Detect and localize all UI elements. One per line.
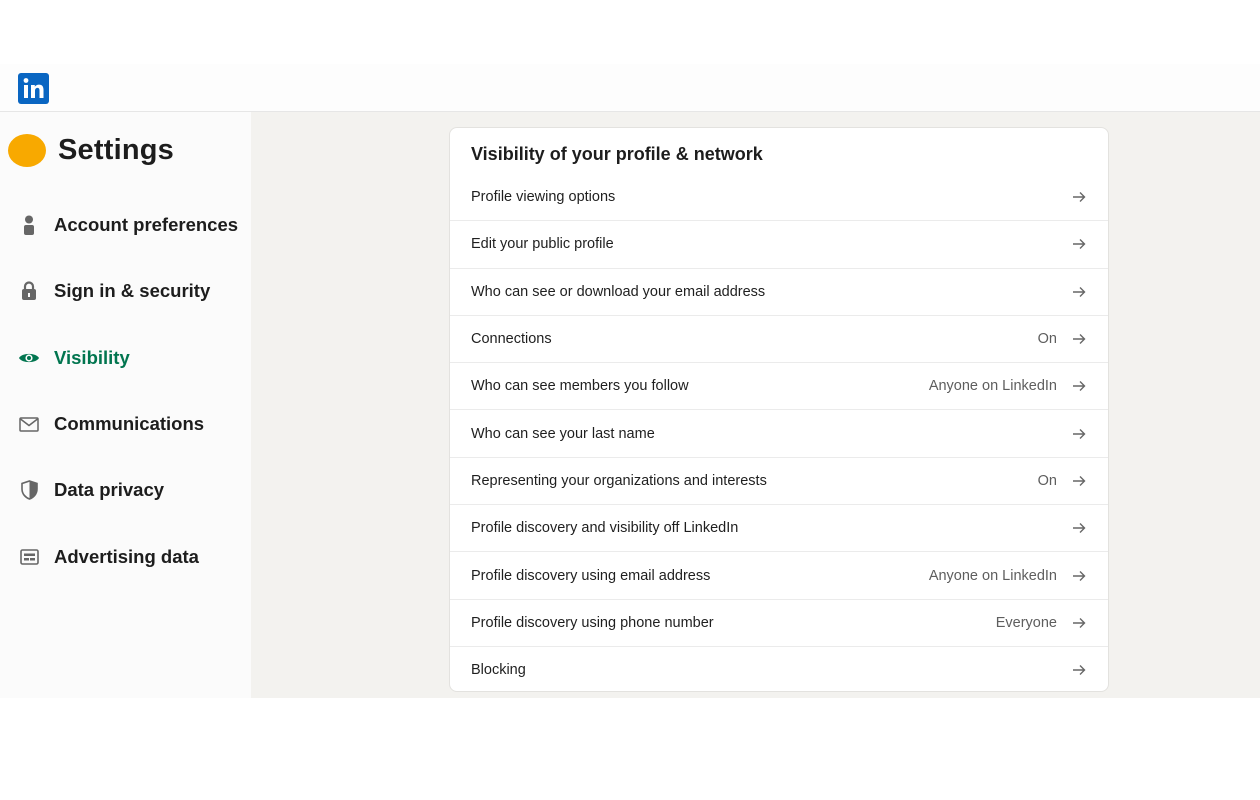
arrow-right-icon <box>1071 236 1087 252</box>
eye-icon <box>18 347 40 369</box>
settings-row-label: Profile viewing options <box>471 188 616 205</box>
settings-title: Settings <box>58 134 174 166</box>
settings-row-label: Profile discovery and visibility off Lin… <box>471 520 739 537</box>
arrow-right-icon <box>1071 284 1087 300</box>
settings-row-value: On <box>1037 472 1057 489</box>
settings-sidebar: Settings Account preferences Sign in & s… <box>0 112 251 698</box>
ad-icon <box>18 546 40 568</box>
settings-list: Profile viewing options Edit your public … <box>450 173 1108 691</box>
sidebar-item-label: Visibility <box>54 347 130 368</box>
settings-row[interactable]: Profile discovery and visibility off Lin… <box>450 504 1108 551</box>
visibility-settings-card: Visibility of your profile & network Pro… <box>449 127 1109 692</box>
settings-row-label: Who can see or download your email addre… <box>471 283 766 300</box>
settings-row-label: Blocking <box>471 662 526 679</box>
settings-row[interactable]: Blocking <box>450 645 1108 691</box>
settings-row[interactable]: Profile viewing options <box>450 173 1108 220</box>
sidebar-item-sign-in-security[interactable]: Sign in & security <box>18 280 210 302</box>
settings-row-label: Who can see members you follow <box>471 378 689 395</box>
arrow-right-icon <box>1071 378 1087 394</box>
settings-row[interactable]: Who can see members you follow Anyone on … <box>450 362 1108 409</box>
sidebar-item-account-preferences[interactable]: Account preferences <box>18 214 238 236</box>
settings-row-value: Anyone on LinkedIn <box>928 567 1057 584</box>
lock-icon <box>18 280 40 302</box>
avatar[interactable] <box>8 134 46 167</box>
top-nav-bar <box>0 64 1260 112</box>
settings-row-value: Anyone on LinkedIn <box>928 378 1057 395</box>
linkedin-logo-icon[interactable] <box>18 73 49 104</box>
envelope-icon <box>18 413 40 435</box>
settings-row-label: Representing your organizations and inte… <box>471 472 767 489</box>
settings-row-label: Profile discovery using email address <box>471 567 711 584</box>
settings-header: Settings <box>8 134 174 167</box>
settings-row-label: Who can see your last name <box>471 425 655 442</box>
sidebar-item-data-privacy[interactable]: Data privacy <box>18 479 164 501</box>
arrow-right-icon <box>1071 331 1087 347</box>
settings-row-value: Everyone <box>995 614 1057 631</box>
sidebar-item-communications[interactable]: Communications <box>18 413 204 435</box>
sidebar-item-label: Communications <box>54 413 205 434</box>
arrow-right-icon <box>1071 189 1087 205</box>
settings-row-label: Edit your public profile <box>471 236 614 253</box>
arrow-right-icon <box>1071 426 1087 442</box>
settings-row[interactable]: Who can see your last name <box>450 409 1108 456</box>
shield-icon <box>18 479 40 501</box>
arrow-right-icon <box>1071 473 1087 489</box>
arrow-right-icon <box>1071 520 1087 536</box>
sidebar-item-label: Advertising data <box>54 546 199 567</box>
settings-row[interactable]: Connections On <box>450 314 1108 362</box>
settings-row[interactable]: Who can see or download your email addre… <box>450 267 1108 315</box>
person-icon <box>18 214 40 236</box>
settings-row[interactable]: Profile discovery using phone number Ever… <box>450 598 1108 646</box>
arrow-right-icon <box>1071 568 1087 584</box>
page: Settings Account preferences Sign in & s… <box>0 0 1260 800</box>
card-title: Visibility of your profile & network <box>471 144 763 164</box>
settings-row-value: On <box>1037 331 1057 348</box>
arrow-right-icon <box>1071 615 1087 631</box>
sidebar-item-visibility[interactable]: Visibility <box>18 347 130 369</box>
settings-row-label: Profile discovery using phone number <box>471 614 714 631</box>
sidebar-item-label: Account preferences <box>54 214 239 235</box>
settings-row[interactable]: Representing your organizations and inte… <box>450 456 1108 504</box>
sidebar-item-advertising-data[interactable]: Advertising data <box>18 546 199 568</box>
sidebar-item-label: Data privacy <box>54 479 165 500</box>
settings-row[interactable]: Profile discovery using email address Any… <box>450 551 1108 598</box>
settings-row[interactable]: Edit your public profile <box>450 220 1108 267</box>
settings-row-label: Connections <box>471 331 552 348</box>
sidebar-item-label: Sign in & security <box>54 280 211 301</box>
arrow-right-icon <box>1071 662 1087 678</box>
